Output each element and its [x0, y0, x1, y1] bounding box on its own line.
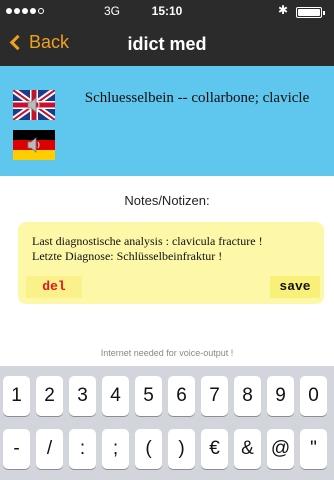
keyboard-key[interactable]: & [234, 429, 261, 469]
translation-panel: Schluesselbein -- collarbone; clavicle [0, 66, 334, 176]
notes-heading: Notes/Notizen: [124, 193, 210, 208]
notes-textarea[interactable]: Last diagnostische analysis : clavicula … [32, 234, 318, 264]
keyboard-key[interactable]: " [300, 429, 327, 469]
navigation-bar: Back idict med [0, 22, 334, 66]
keyboard-row-symbols: - /:;() € & @ " [3, 429, 327, 469]
keyboard-key[interactable]: 2 [36, 376, 63, 416]
keyboard-key[interactable]: 4 [102, 376, 129, 416]
keyboard-key[interactable]: 0 [300, 376, 327, 416]
keyboard-key[interactable]: 1 [3, 376, 30, 416]
keyboard-key[interactable]: : [69, 429, 96, 469]
delete-button[interactable]: del [26, 276, 82, 298]
dictionary-term: Schluesselbein -- collarbone; clavicle [84, 90, 310, 106]
uk-flag-speaker-button[interactable] [11, 87, 57, 123]
keyboard-key[interactable]: ; [102, 429, 129, 469]
keyboard-key[interactable]: 8 [234, 376, 261, 416]
keyboard-key[interactable]: € [201, 429, 228, 469]
keyboard: 1234567890 - /:;() € & @ " [0, 366, 334, 480]
keyboard-key[interactable]: - [3, 429, 30, 469]
german-flag-speaker-button[interactable] [13, 130, 55, 160]
voice-output-note: Internet needed for voice-output ! [100, 348, 234, 358]
bluetooth-icon: ✱ [278, 3, 289, 17]
save-button[interactable]: save [270, 276, 320, 298]
keyboard-key[interactable]: 9 [267, 376, 294, 416]
battery-icon [296, 7, 325, 18]
status-bar: 3G 15:10 ✱ [0, 0, 334, 22]
keyboard-row-numbers: 1234567890 [3, 376, 327, 416]
speaker-icon [27, 97, 40, 113]
notes-box: Last diagnostische analysis : clavicula … [18, 222, 324, 304]
keyboard-key[interactable]: 6 [168, 376, 195, 416]
keyboard-key[interactable]: ) [168, 429, 195, 469]
page-title: idict med [127, 34, 207, 54]
keyboard-key[interactable]: ( [135, 429, 162, 469]
keyboard-key[interactable]: / [36, 429, 63, 469]
keyboard-key[interactable]: 7 [201, 376, 228, 416]
keyboard-key[interactable]: 5 [135, 376, 162, 416]
keyboard-key[interactable]: @ [267, 429, 294, 469]
speaker-icon [27, 137, 40, 153]
keyboard-key[interactable]: 3 [69, 376, 96, 416]
